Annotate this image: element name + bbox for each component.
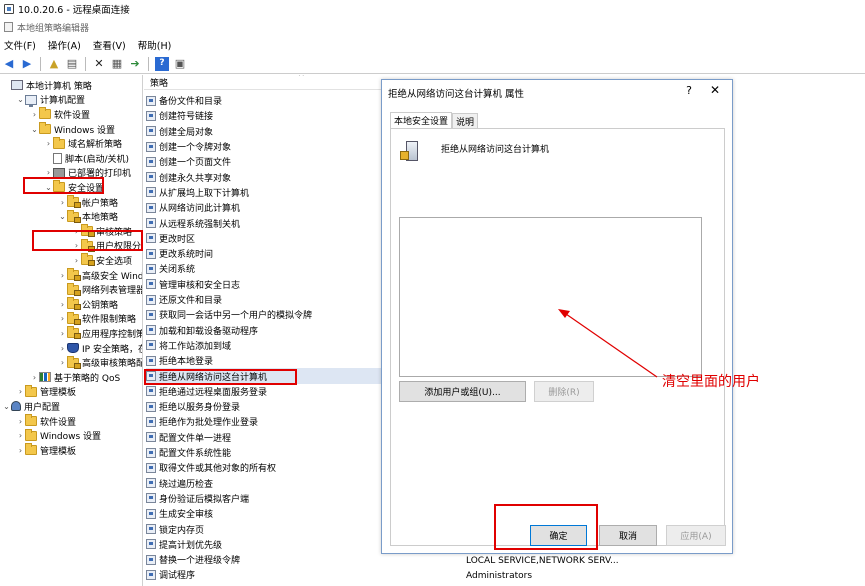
annotation-arrow (558, 309, 658, 378)
annotation-text: 清空里面的用户 (662, 374, 760, 390)
